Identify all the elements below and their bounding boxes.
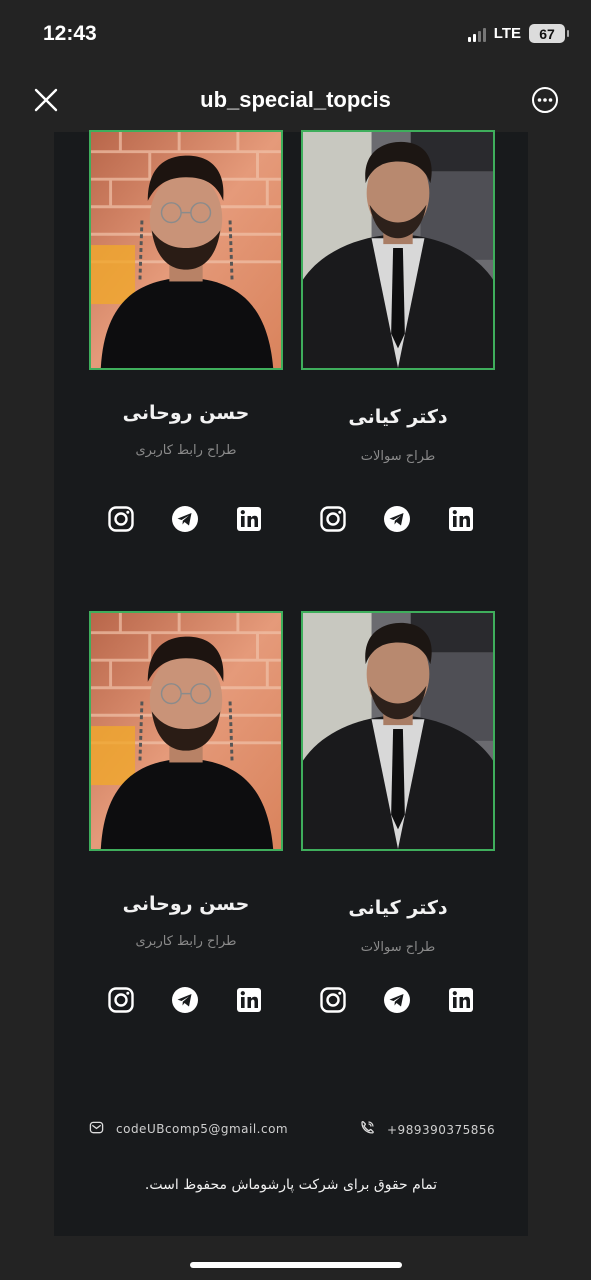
team-member-name: دکتر کیانی	[348, 897, 448, 919]
status-bar: 12:43 LTE 67	[0, 0, 591, 70]
instagram-icon[interactable]	[319, 505, 347, 533]
phone-text: +989390375856	[387, 1122, 496, 1137]
instagram-icon[interactable]	[107, 986, 135, 1014]
linkedin-icon[interactable]	[235, 986, 263, 1014]
telegram-icon[interactable]	[383, 986, 411, 1014]
team-member-photo	[89, 130, 283, 370]
linkedin-icon[interactable]	[447, 986, 475, 1014]
team-member-role: طراح سوالات	[360, 940, 436, 955]
instagram-icon[interactable]	[107, 505, 135, 533]
signal-icon	[467, 26, 486, 42]
team-member-name: دکتر کیانی	[348, 406, 448, 428]
email-contact[interactable]: codeUBcomp5@gmail.com	[89, 1120, 288, 1138]
nav-bar: ub_special_topcis	[0, 70, 591, 132]
team-member-role: طراح رابط کاربری	[135, 443, 237, 458]
page-title: ub_special_topcis	[200, 87, 391, 112]
linkedin-icon[interactable]	[235, 505, 263, 533]
status-time: 12:43	[43, 22, 97, 45]
network-label: LTE	[493, 25, 521, 42]
phone-icon	[359, 1120, 375, 1139]
team-member-photo	[301, 130, 495, 370]
email-text: codeUBcomp5@gmail.com	[116, 1122, 289, 1136]
phone-contact[interactable]: +989390375856	[359, 1120, 495, 1139]
battery-icon: 67	[529, 24, 569, 43]
status-indicators: LTE 67	[467, 24, 569, 43]
battery-level: 67	[539, 25, 555, 42]
instagram-icon[interactable]	[319, 986, 347, 1014]
more-icon[interactable]	[531, 86, 559, 114]
mail-icon	[89, 1120, 104, 1138]
telegram-icon[interactable]	[383, 505, 411, 533]
team-member-photo	[301, 611, 495, 851]
team-member-name: حسن روحانی	[122, 893, 250, 915]
team-member-photo	[89, 611, 283, 851]
linkedin-icon[interactable]	[447, 505, 475, 533]
copyright-text: تمام حقوق برای شرکت پارشوماش محفوظ است.	[144, 1177, 438, 1193]
team-member-name: حسن روحانی	[122, 402, 250, 424]
telegram-icon[interactable]	[171, 505, 199, 533]
team-member-role: طراح سوالات	[360, 449, 436, 464]
home-indicator[interactable]	[190, 1262, 402, 1268]
team-member-role: طراح رابط کاربری	[135, 934, 237, 949]
telegram-icon[interactable]	[171, 986, 199, 1014]
